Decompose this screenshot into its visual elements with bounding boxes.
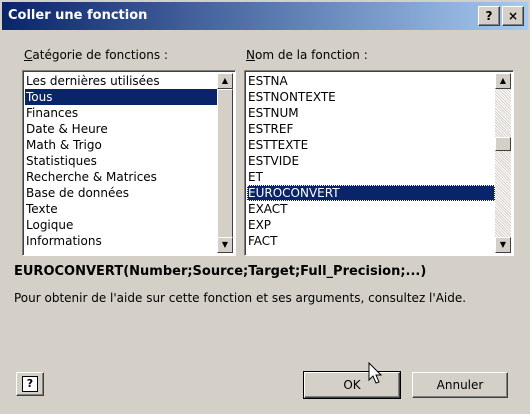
category-list-item[interactable]: Date & Heure bbox=[25, 121, 217, 137]
up-arrow-icon: ▲ bbox=[499, 76, 507, 85]
title-bar[interactable]: Coller une fonction ? × bbox=[2, 2, 528, 30]
category-listbox[interactable]: Les dernières utilisées Tous Finances Date … bbox=[22, 70, 236, 256]
function-items: ESTNA ESTNONTEXTE ESTNUM ESTREF ESTTEXTE ESTV… bbox=[247, 73, 495, 249]
function-list-item[interactable]: ESTNA bbox=[247, 73, 495, 89]
function-list-item[interactable]: ESTVIDE bbox=[247, 153, 495, 169]
function-list-item[interactable]: ESTTEXTE bbox=[247, 137, 495, 153]
cancel-button[interactable]: Annuler bbox=[412, 372, 508, 398]
function-scroll-down[interactable]: ▼ bbox=[495, 237, 511, 253]
category-scrollbar[interactable]: ▲ ▼ bbox=[217, 73, 233, 253]
paste-function-dialog: Coller une fonction ? × Catégorie de fon… bbox=[0, 0, 530, 414]
help-icon: ? bbox=[22, 376, 38, 392]
category-list-item[interactable]: Statistiques bbox=[25, 153, 217, 169]
function-list-item[interactable]: ESTNONTEXTE bbox=[247, 89, 495, 105]
category-scroll-up[interactable]: ▲ bbox=[217, 73, 233, 89]
down-arrow-icon: ▼ bbox=[221, 240, 229, 249]
function-scroll-thumb[interactable] bbox=[495, 137, 511, 151]
category-list-item[interactable]: Texte bbox=[25, 201, 217, 217]
function-scrollbar[interactable]: ▲ ▼ bbox=[495, 73, 511, 253]
help-title-button[interactable]: ? bbox=[478, 6, 500, 26]
close-button[interactable]: × bbox=[502, 6, 524, 26]
function-syntax: EUROCONVERT(Number;Source;Target;Full_Pr… bbox=[14, 264, 427, 279]
function-name-label: Nom de la fonction : bbox=[246, 48, 368, 62]
category-list-item[interactable]: Finances bbox=[25, 105, 217, 121]
category-list-item[interactable]: Informations bbox=[25, 233, 217, 249]
function-list-item[interactable]: EXACT bbox=[247, 201, 495, 217]
window-title: Coller une fonction bbox=[8, 8, 148, 23]
category-list-item[interactable]: Base de données bbox=[25, 185, 217, 201]
function-list-item[interactable]: ET bbox=[247, 169, 495, 185]
function-listbox[interactable]: ESTNA ESTNONTEXTE ESTNUM ESTREF ESTTEXTE ESTV… bbox=[244, 70, 514, 256]
ok-button[interactable]: OK bbox=[303, 371, 401, 399]
category-scroll-thumb[interactable] bbox=[217, 89, 233, 239]
function-list-item[interactable]: EXP bbox=[247, 217, 495, 233]
mouse-cursor-icon bbox=[368, 362, 383, 384]
category-list-item[interactable]: Math & Trigo bbox=[25, 137, 217, 153]
category-scroll-down[interactable]: ▼ bbox=[217, 237, 233, 253]
function-scroll-up[interactable]: ▲ bbox=[495, 73, 511, 89]
function-list-item[interactable]: ESTNUM bbox=[247, 105, 495, 121]
function-description: Pour obtenir de l'aide sur cette fonctio… bbox=[14, 291, 467, 305]
category-list-item[interactable]: Logique bbox=[25, 217, 217, 233]
function-list-item[interactable]: FACT bbox=[247, 233, 495, 249]
up-arrow-icon: ▲ bbox=[221, 76, 229, 85]
category-list-item[interactable]: Les dernières utilisées bbox=[25, 73, 217, 89]
category-list-item[interactable]: Recherche & Matrices bbox=[25, 169, 217, 185]
category-label: Catégorie de fonctions : bbox=[24, 48, 168, 62]
down-arrow-icon: ▼ bbox=[499, 240, 507, 249]
category-items: Les dernières utilisées Tous Finances Date … bbox=[25, 73, 217, 249]
function-list-item[interactable]: EUROCONVERT bbox=[247, 185, 495, 201]
office-assistant-button[interactable]: ? bbox=[16, 372, 44, 396]
function-list-item[interactable]: ESTREF bbox=[247, 121, 495, 137]
category-list-item[interactable]: Tous bbox=[25, 89, 217, 105]
